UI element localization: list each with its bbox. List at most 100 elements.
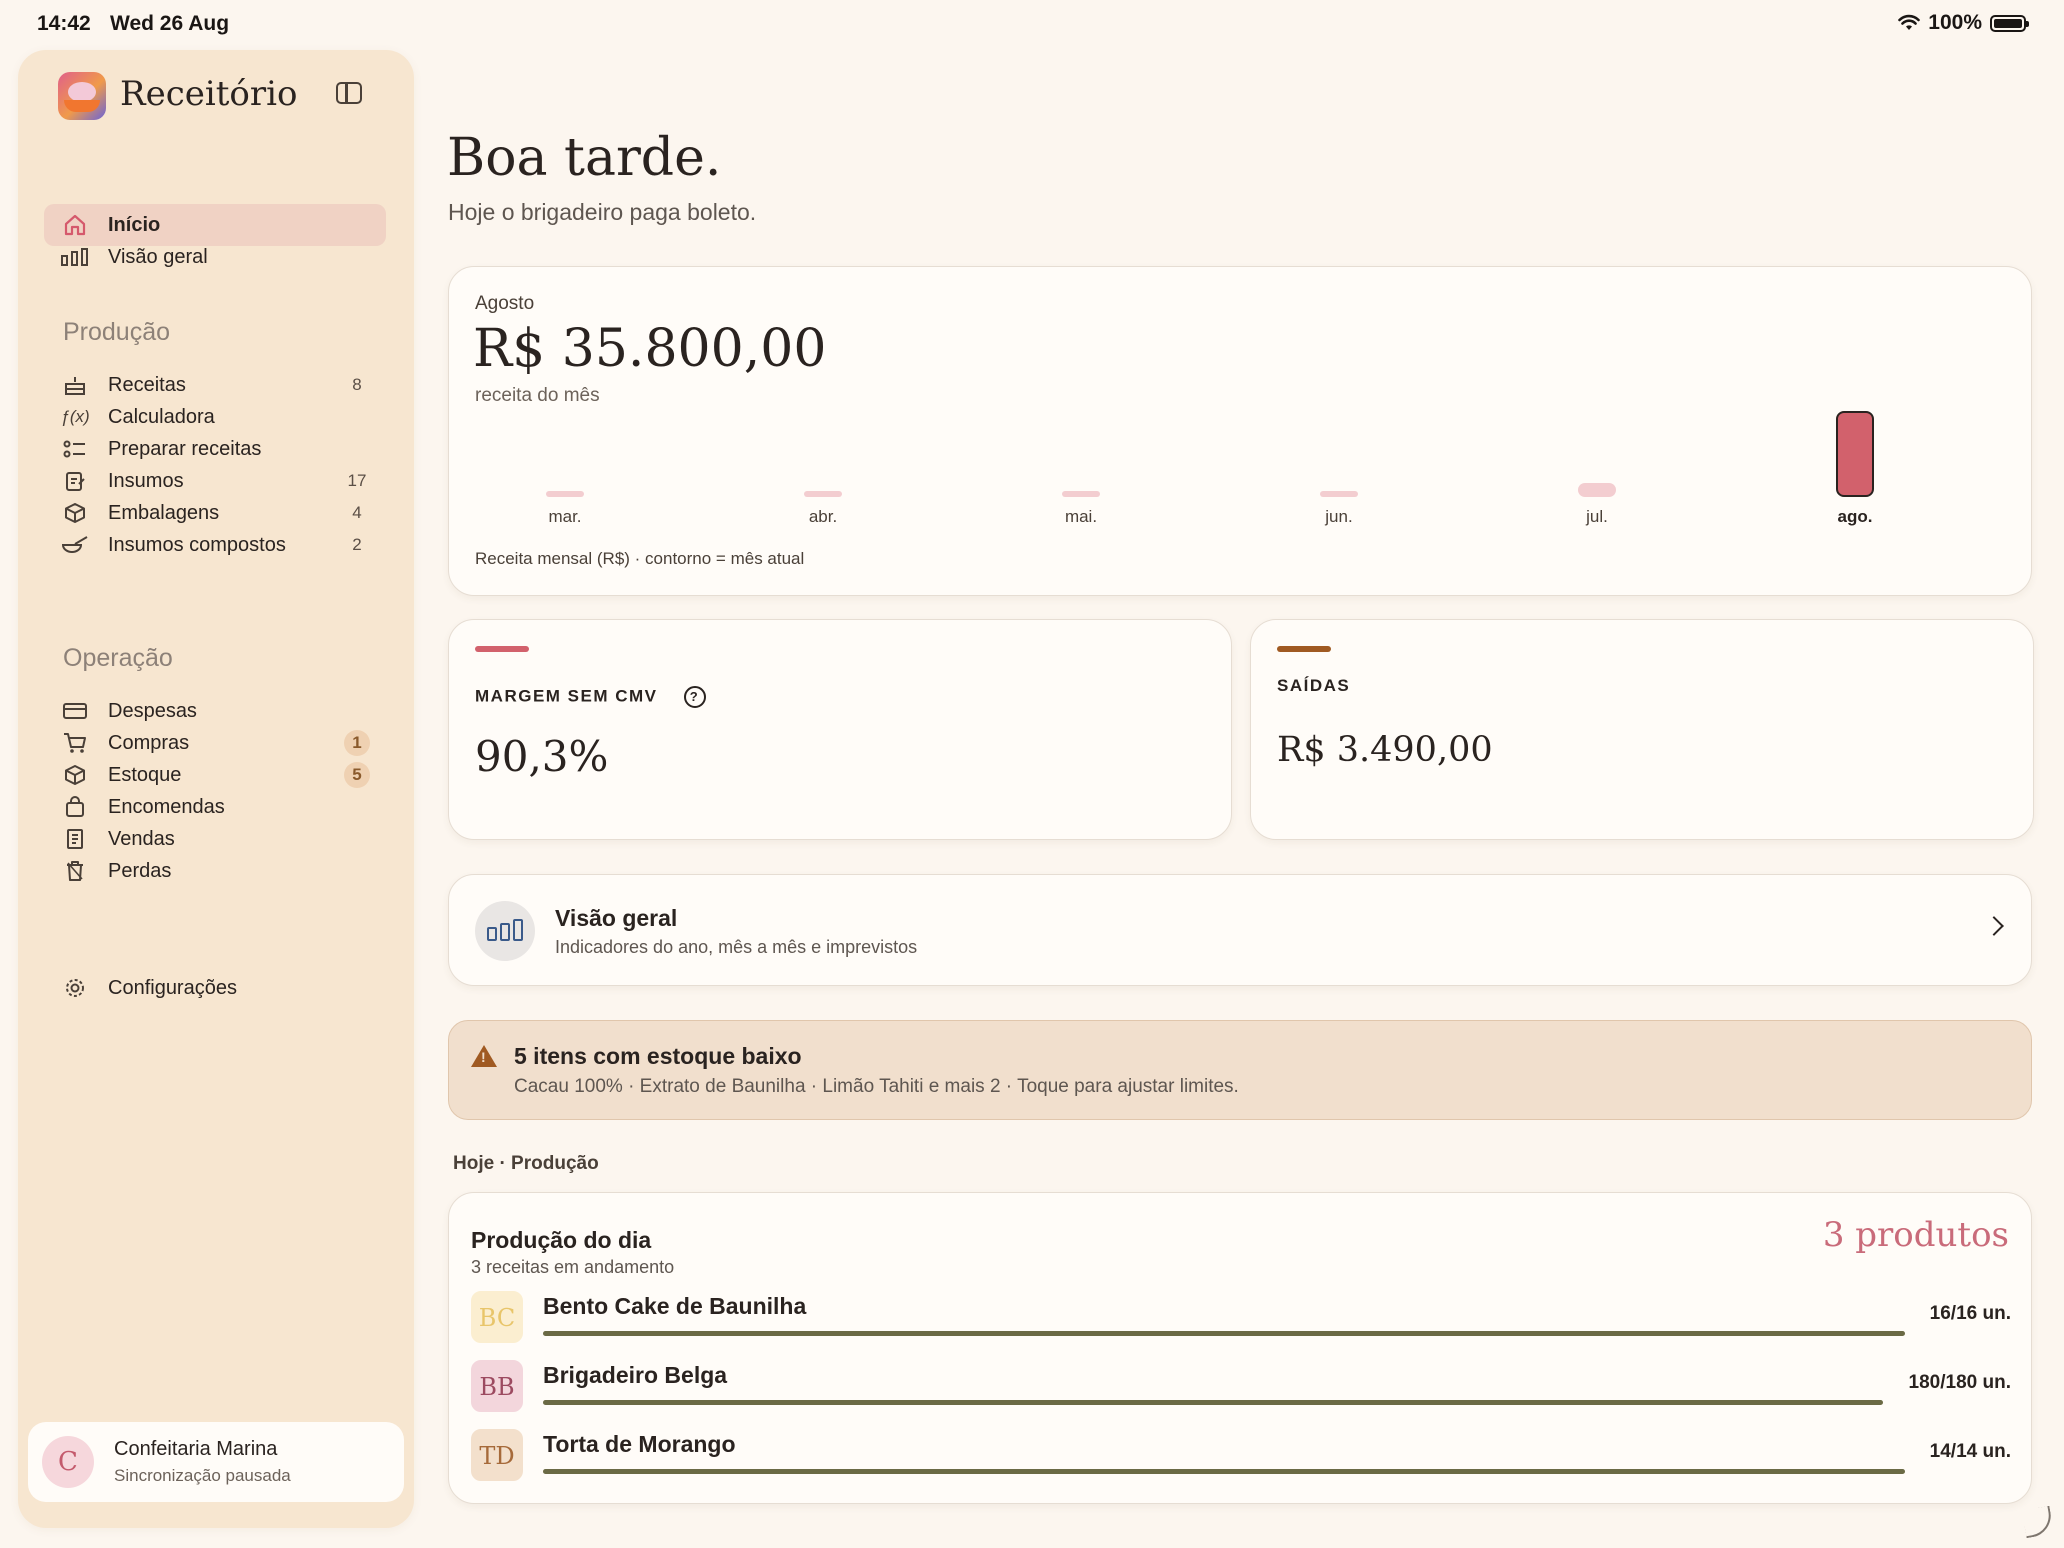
sidebar-toggle-icon[interactable] [336, 82, 362, 104]
status-time: 14:42 [37, 12, 91, 35]
section-title-operacao: Operação [63, 644, 173, 672]
progress-bar-fill [543, 1331, 1905, 1336]
product-quantity: 14/14 un. [1929, 1441, 2011, 1462]
production-row[interactable]: TD Torta de Morango 14/14 un. [471, 1429, 2011, 1485]
chart-tick-label: abr. [808, 507, 838, 526]
chart-bar-abr [804, 491, 842, 497]
sidebar-item-insumos-compostos[interactable]: Insumos compostos 2 [44, 524, 386, 566]
package-icon [60, 764, 90, 786]
app-title: Receitório [120, 74, 298, 114]
function-icon: ƒ(x) [60, 407, 90, 426]
sidebar-item-label: Insumos compostos [108, 533, 286, 556]
progress-bar [543, 1469, 1905, 1474]
product-name: Torta de Morango [543, 1431, 736, 1457]
sidebar-item-label: Visão geral [108, 245, 208, 268]
progress-bar-fill [543, 1400, 1883, 1405]
chart-caption: Receita mensal (R$) · contorno = mês atu… [475, 549, 805, 568]
box-icon [60, 502, 90, 524]
app-logo [58, 72, 106, 120]
progress-bar [543, 1400, 1883, 1405]
item-count-badge: 5 [344, 762, 370, 788]
overview-title: Visão geral [555, 905, 678, 931]
bowl-whisk-icon [60, 535, 90, 555]
revenue-value: R$ 35.800,00 [473, 319, 827, 379]
chart-bar-ago [1836, 411, 1874, 497]
margin-label: MARGEM SEM CMV [475, 686, 658, 706]
product-initials-badge: BC [471, 1291, 523, 1343]
credit-card-icon [60, 702, 90, 720]
page-title: Boa tarde. [447, 128, 722, 188]
page-subtitle: Hoje o brigadeiro paga boleto. [448, 199, 757, 225]
bag-icon [60, 796, 90, 818]
home-icon [60, 214, 90, 236]
outflows-value: R$ 3.490,00 [1277, 730, 1493, 770]
margin-label-row: MARGEM SEM CMV? [475, 686, 706, 708]
checklist-icon [60, 439, 90, 459]
production-row[interactable]: BB Brigadeiro Belga 180/180 un. [471, 1360, 2011, 1416]
account-card[interactable]: C Confeitaria Marina Sincronização pausa… [28, 1422, 404, 1502]
sidebar-item-label: Estoque [108, 763, 182, 786]
chart-tick-label: ago. [1837, 507, 1873, 526]
revenue-card[interactable]: Agosto R$ 35.800,00 receita do mês mar. a… [448, 266, 2032, 596]
chart-tick-label: jun. [1325, 507, 1353, 526]
sidebar-item-visao-geral[interactable]: Visão geral [44, 236, 386, 278]
production-row[interactable]: BC Bento Cake de Baunilha 16/16 un. [471, 1291, 2011, 1347]
item-count-badge: 8 [352, 375, 362, 394]
clipboard-edit-icon [60, 470, 90, 492]
product-name: Bento Cake de Baunilha [543, 1293, 807, 1319]
production-card[interactable]: Produção do dia 3 receitas em andamento … [448, 1192, 2032, 1504]
chevron-right-icon [1984, 916, 2004, 936]
sidebar-item-label: Início [108, 213, 161, 236]
sidebar-item-label: Despesas [108, 699, 197, 722]
sidebar-item-perdas[interactable]: Perdas [44, 850, 386, 892]
account-name: Confeitaria Marina [114, 1438, 278, 1460]
sidebar-item-label: Vendas [108, 827, 175, 850]
wifi-icon [1898, 14, 1921, 30]
alert-subtitle: Cacau 100% · Extrato de Baunilha · Limão… [514, 1076, 1239, 1097]
cake-icon [60, 374, 90, 396]
sidebar-item-label: Preparar receitas [108, 437, 262, 460]
alert-title: 5 itens com estoque baixo [514, 1043, 802, 1069]
item-count-badge: 4 [352, 503, 362, 522]
outflows-label: SAÍDAS [1277, 676, 1351, 695]
chart-tick-label: mai. [1064, 507, 1098, 526]
overview-subtitle: Indicadores do ano, mês a mês e imprevis… [555, 937, 918, 957]
trash-icon [60, 860, 90, 882]
sidebar-item-label: Insumos [108, 469, 184, 492]
low-stock-alert[interactable]: 5 itens com estoque baixo Cacau 100% · E… [448, 1020, 2032, 1120]
chart-tick-label: mar. [548, 507, 582, 526]
sidebar-item-label: Perdas [108, 859, 172, 882]
production-subtitle: 3 receitas em andamento [471, 1257, 675, 1277]
warning-icon [471, 1045, 497, 1067]
chart-bar-mar [546, 491, 584, 497]
receipt-icon [60, 828, 90, 850]
sidebar: Receitório Início Visão geral Produção R… [18, 50, 414, 1528]
sidebar-item-label: Encomendas [108, 795, 225, 818]
progress-bar [543, 1331, 1905, 1336]
product-initials-badge: BB [471, 1360, 523, 1412]
avatar: C [42, 1436, 94, 1488]
overview-link-card[interactable]: Visão geral Indicadores do ano, mês a mê… [448, 874, 2032, 986]
product-name: Brigadeiro Belga [543, 1362, 728, 1388]
sidebar-item-label: Calculadora [108, 405, 215, 428]
item-count-badge: 17 [347, 471, 367, 490]
sync-status: Sincronização pausada [114, 1466, 291, 1485]
sidebar-item-configuracoes[interactable]: Configurações [44, 967, 386, 1009]
help-icon[interactable]: ? [683, 686, 706, 708]
item-count-badge: 2 [352, 535, 362, 554]
sidebar-item-label: Receitas [108, 373, 186, 396]
production-title: Produção do dia [471, 1227, 652, 1253]
section-header: Hoje · Produção [453, 1153, 599, 1174]
sidebar-item-label: Configurações [108, 976, 237, 999]
status-date: Wed 26 Aug [110, 12, 230, 35]
sidebar-item-label: Embalagens [108, 501, 220, 524]
margin-card[interactable]: MARGEM SEM CMV? 90,3% [448, 619, 1232, 840]
revenue-subtitle: receita do mês [475, 385, 600, 406]
outflows-card[interactable]: SAÍDAS R$ 3.490,00 [1250, 619, 2034, 840]
battery-percent: 100% [1928, 11, 1982, 34]
margin-value: 90,3% [475, 732, 609, 781]
product-initials-badge: TD [471, 1429, 523, 1481]
section-title-producao: Produção [63, 318, 171, 346]
bar-chart-icon [475, 901, 535, 961]
item-count-badge: 1 [344, 730, 370, 756]
